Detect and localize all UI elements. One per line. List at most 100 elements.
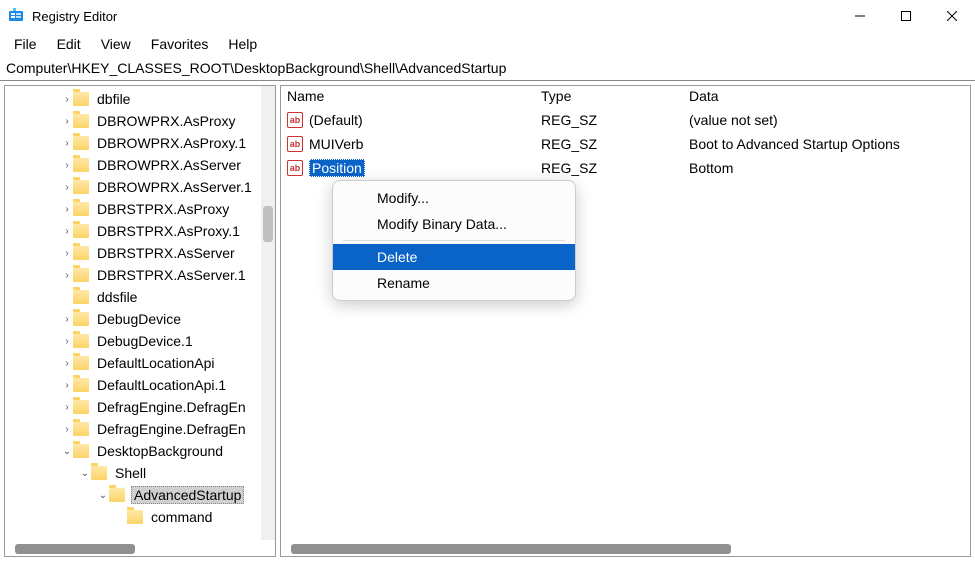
tree-item-label: DBRSTPRX.AsServer.1 — [95, 267, 248, 283]
chevron-right-icon[interactable]: › — [61, 176, 73, 198]
value-row[interactable]: abMUIVerbREG_SZBoot to Advanced Startup … — [281, 132, 970, 156]
tree-item[interactable]: ›DefaultLocationApi.1 — [5, 374, 275, 396]
minimize-button[interactable] — [837, 0, 883, 32]
close-button[interactable] — [929, 0, 975, 32]
regedit-icon — [8, 8, 24, 24]
folder-icon — [73, 224, 89, 238]
folder-icon — [73, 136, 89, 150]
tree-item-label: Shell — [113, 465, 148, 481]
chevron-right-icon[interactable]: › — [61, 132, 73, 154]
titlebar[interactable]: Registry Editor — [0, 0, 975, 32]
tree-item[interactable]: › DBRSTPRX.AsServer.1 — [5, 264, 275, 286]
context-separator — [343, 240, 565, 241]
tree-item[interactable]: ›DBROWPRX.AsServer — [5, 154, 275, 176]
value-name: (Default) — [309, 112, 363, 128]
chevron-right-icon[interactable]: › — [61, 396, 73, 418]
menu-favorites[interactable]: Favorites — [141, 34, 219, 54]
tree-item-label: DebugDevice.1 — [95, 333, 195, 349]
folder-icon — [73, 356, 89, 370]
folder-icon — [73, 158, 89, 172]
chevron-down-icon[interactable]: ⌄ — [97, 484, 109, 506]
column-data[interactable]: Data — [683, 86, 970, 108]
tree-item[interactable]: ›DBRSTPRX.AsProxy.1 — [5, 220, 275, 242]
chevron-right-icon[interactable]: › — [61, 110, 73, 132]
tree-item[interactable]: › DBROWPRX.AsProxy.1 — [5, 132, 275, 154]
value-name: MUIVerb — [309, 136, 363, 152]
value-data: (value not set) — [683, 112, 970, 128]
value-type: REG_SZ — [535, 160, 683, 176]
tree-item[interactable]: ›command — [5, 506, 275, 528]
menu-edit[interactable]: Edit — [47, 34, 91, 54]
tree-item-label: DBRSTPRX.AsServer — [95, 245, 237, 261]
value-type: REG_SZ — [535, 136, 683, 152]
menubar: File Edit View Favorites Help — [0, 32, 975, 56]
column-type[interactable]: Type — [535, 86, 683, 108]
folder-icon — [73, 202, 89, 216]
tree-item-label: DBRSTPRX.AsProxy — [95, 201, 231, 217]
context-modify[interactable]: Modify... — [333, 185, 575, 211]
chevron-right-icon[interactable]: › — [61, 198, 73, 220]
tree-item[interactable]: ›DebugDevice — [5, 308, 275, 330]
chevron-right-icon[interactable]: › — [61, 88, 73, 110]
chevron-right-icon[interactable]: › — [61, 264, 73, 286]
chevron-right-icon[interactable]: › — [61, 154, 73, 176]
folder-icon — [73, 400, 89, 414]
tree-item-label: dbfile — [95, 91, 132, 107]
value-data: Bottom — [683, 160, 970, 176]
value-row[interactable]: ab(Default)REG_SZ(value not set) — [281, 108, 970, 132]
tree-item-label: command — [149, 509, 214, 525]
list-pane: Name Type Data ab(Default)REG_SZ(value n… — [280, 85, 971, 557]
folder-icon — [73, 444, 89, 458]
context-modify-binary[interactable]: Modify Binary Data... — [333, 211, 575, 237]
address-bar[interactable]: Computer\HKEY_CLASSES_ROOT\DesktopBackgr… — [0, 56, 975, 80]
column-name[interactable]: Name — [281, 86, 535, 108]
tree-item[interactable]: › DBRSTPRX.AsProxy — [5, 198, 275, 220]
chevron-right-icon[interactable]: › — [61, 308, 73, 330]
tree-item[interactable]: ⌄AdvancedStartup — [5, 484, 275, 506]
chevron-right-icon[interactable]: › — [61, 418, 73, 440]
tree-item-label: DefaultLocationApi — [95, 355, 217, 371]
folder-icon — [73, 246, 89, 260]
string-value-icon: ab — [287, 112, 303, 128]
tree-item-label: DBROWPRX.AsProxy.1 — [95, 135, 248, 151]
string-value-icon: ab — [287, 160, 303, 176]
chevron-right-icon[interactable]: › — [61, 330, 73, 352]
tree-item[interactable]: › DefaultLocationApi — [5, 352, 275, 374]
chevron-right-icon[interactable]: › — [61, 242, 73, 264]
tree-item-label: DefragEngine.DefragEn — [95, 421, 248, 437]
tree-item[interactable]: › DefragEngine.DefragEn — [5, 418, 275, 440]
folder-icon — [73, 180, 89, 194]
menu-help[interactable]: Help — [218, 34, 267, 54]
tree-item[interactable]: ›DBROWPRX.AsServer.1 — [5, 176, 275, 198]
tree-item[interactable]: › dbfile — [5, 88, 275, 110]
chevron-down-icon[interactable]: ⌄ — [61, 440, 73, 462]
tree-item[interactable]: ›ddsfile — [5, 286, 275, 308]
menu-view[interactable]: View — [91, 34, 141, 54]
value-row[interactable]: ab Position REG_SZBottom — [281, 156, 970, 180]
context-rename[interactable]: Rename — [333, 270, 575, 296]
chevron-right-icon[interactable]: › — [61, 374, 73, 396]
tree-item[interactable]: › DBRSTPRX.AsServer — [5, 242, 275, 264]
tree-item[interactable]: › DebugDevice.1 — [5, 330, 275, 352]
window-controls — [837, 0, 975, 32]
tree-scrollbar-vertical[interactable] — [261, 86, 275, 540]
chevron-down-icon[interactable]: ⌄ — [79, 462, 91, 484]
context-delete[interactable]: Delete — [333, 244, 575, 270]
context-menu: Modify... Modify Binary Data... Delete R… — [332, 180, 576, 301]
folder-icon — [73, 114, 89, 128]
tree-item[interactable]: ⌄DesktopBackground — [5, 440, 275, 462]
address-path: Computer\HKEY_CLASSES_ROOT\DesktopBackgr… — [6, 60, 506, 76]
folder-icon — [73, 422, 89, 436]
tree-scrollbar-horizontal[interactable] — [5, 542, 275, 556]
value-name: Position — [309, 159, 365, 177]
list-scrollbar-horizontal[interactable] — [281, 542, 970, 556]
tree-item-label: ddsfile — [95, 289, 139, 305]
menu-file[interactable]: File — [4, 34, 47, 54]
tree-item[interactable]: ›DBROWPRX.AsProxy — [5, 110, 275, 132]
chevron-right-icon[interactable]: › — [61, 220, 73, 242]
tree-item-label: DefragEngine.DefragEn — [95, 399, 248, 415]
tree-item[interactable]: ⌄ Shell — [5, 462, 275, 484]
chevron-right-icon[interactable]: › — [61, 352, 73, 374]
tree-item[interactable]: › DefragEngine.DefragEn — [5, 396, 275, 418]
maximize-button[interactable] — [883, 0, 929, 32]
